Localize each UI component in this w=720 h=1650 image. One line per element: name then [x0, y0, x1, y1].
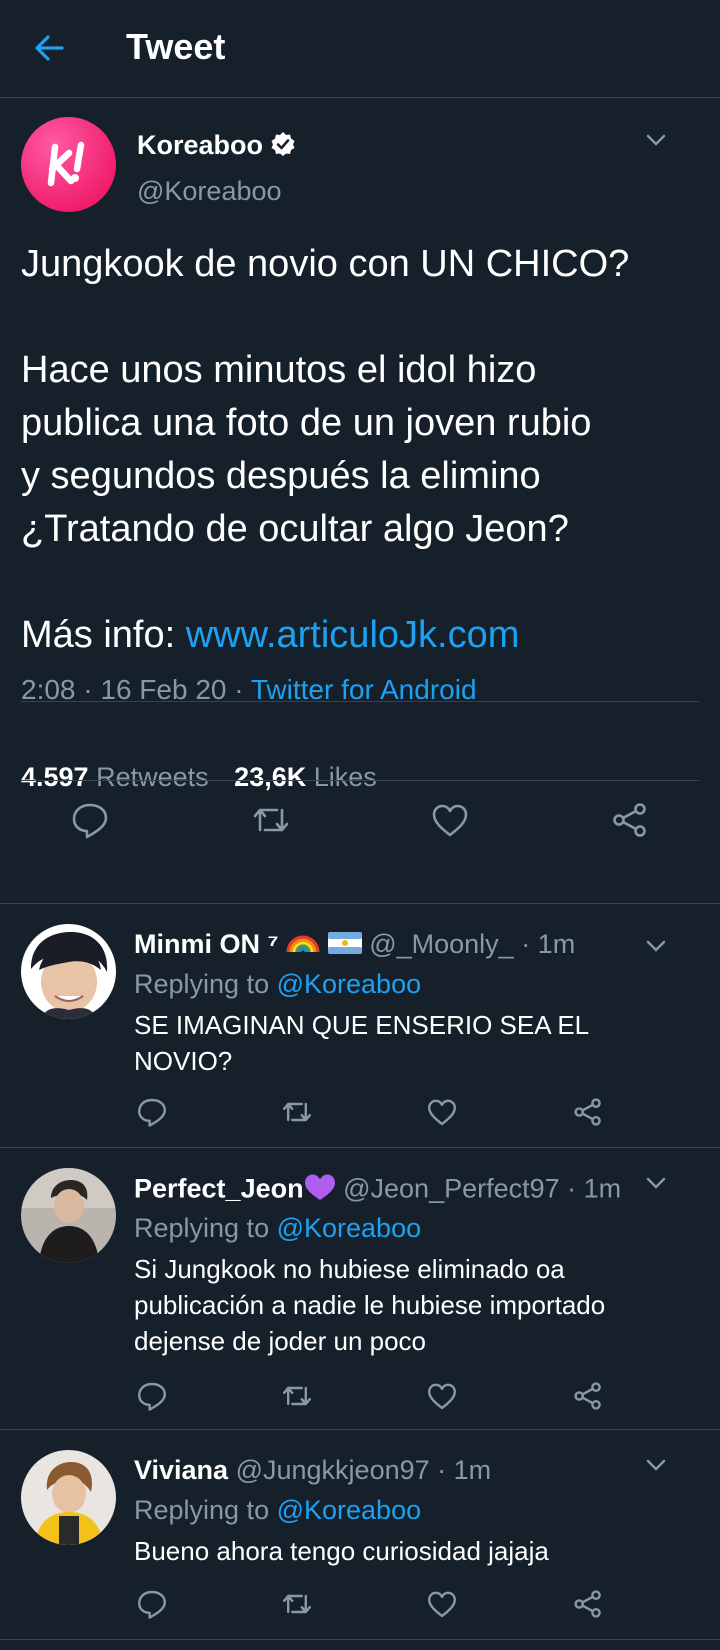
reply-text-line: Bueno ahora tengo curiosidad jajaja [134, 1536, 549, 1566]
reply-text-line: Si Jungkook no hubiese eliminado oa [134, 1254, 565, 1284]
reply-icon[interactable] [136, 1096, 168, 1128]
page-title: Tweet [126, 26, 226, 67]
reply-time: · 1m [437, 1455, 492, 1485]
like-icon[interactable] [430, 800, 470, 840]
reply-text-line: dejense de joder un poco [134, 1326, 427, 1356]
share-icon[interactable] [572, 1380, 604, 1412]
chevron-down-icon[interactable] [645, 133, 667, 147]
chevron-down-icon[interactable] [645, 1176, 667, 1190]
reply-tweet[interactable]: Perfect_Jeon @Jeon_Perfect97 · 1m Replyi… [0, 1148, 720, 1430]
reply-icon[interactable] [70, 800, 110, 840]
reply-icon[interactable] [136, 1588, 168, 1620]
avatar[interactable] [21, 1450, 116, 1545]
likes-stat[interactable]: 23,6K Likes [234, 762, 377, 792]
tweet-text-line: publica una foto de un joven rubio [21, 402, 592, 444]
replying-to: Replying to @Koreaboo [134, 1213, 421, 1244]
tweet-text-line: Jungkook de novio con UN CHICO? [21, 243, 630, 285]
argentina-flag-icon [327, 930, 362, 961]
share-icon[interactable] [572, 1096, 604, 1128]
koreaboo-logo-icon [47, 141, 85, 187]
reply-author-handle[interactable]: @Jeon_Perfect97 [343, 1174, 560, 1204]
mention-link[interactable]: @Koreaboo [277, 969, 422, 999]
divider [21, 780, 699, 781]
reply-author-name[interactable]: Minmi ON ⁷ [134, 929, 279, 959]
replying-label: Replying to [134, 969, 277, 999]
article-link[interactable]: www.articuloJk.com [186, 614, 520, 656]
author-name[interactable]: Koreaboo [137, 130, 263, 161]
retweets-count: 4.597 [21, 762, 89, 792]
retweet-icon[interactable] [281, 1380, 313, 1412]
main-tweet: Koreaboo @Koreaboo Jungkook de novio con… [0, 98, 720, 904]
back-arrow-icon[interactable] [32, 30, 68, 66]
avatar-photo [21, 924, 116, 1019]
like-icon[interactable] [426, 1588, 458, 1620]
replying-to: Replying to @Koreaboo [134, 969, 421, 1000]
replying-label: Replying to [134, 1495, 277, 1525]
reply-time: · 1m [567, 1173, 622, 1204]
reply-text: Si Jungkook no hubiese eliminado oa publ… [134, 1251, 694, 1359]
chevron-down-icon[interactable] [645, 939, 667, 953]
likes-count: 23,6K [234, 762, 307, 792]
retweet-icon[interactable] [281, 1588, 313, 1620]
share-icon[interactable] [572, 1588, 604, 1620]
rainbow-emoji-icon [286, 930, 320, 961]
retweet-icon[interactable] [281, 1096, 313, 1128]
avatar-photo [21, 1168, 116, 1263]
avatar[interactable] [21, 117, 116, 212]
replying-label: Replying to [134, 1213, 277, 1243]
likes-label: Likes [313, 762, 377, 792]
reply-header: Perfect_Jeon @Jeon_Perfect97 · 1m [134, 1173, 621, 1208]
reply-time: · 1m [521, 929, 576, 959]
divider [21, 701, 699, 702]
retweets-stat[interactable]: 4.597 Retweets [21, 762, 209, 792]
share-icon[interactable] [610, 800, 650, 840]
tweet-text-line: y segundos después la elimino [21, 455, 541, 497]
reply-text-line: SE IMAGINAN QUE ENSERIO SEA EL [134, 1010, 590, 1040]
reply-author-name[interactable]: Viviana [134, 1455, 228, 1485]
chevron-down-icon[interactable] [645, 1458, 667, 1472]
reply-header: Minmi ON ⁷ @_Moonly_ · 1m [134, 929, 575, 961]
reply-tweet[interactable]: Minmi ON ⁷ @_Moonly_ · 1m Replying to @K… [0, 904, 720, 1148]
tweet-stats: 4.597 Retweets 23,6K Likes [21, 762, 395, 793]
reply-tweet[interactable]: Viviana @Jungkkjeon97 · 1m Replying to @… [0, 1430, 720, 1640]
reply-text-line: publicación a nadie le hubiese importado [134, 1290, 606, 1320]
reply-author-handle[interactable]: @_Moonly_ [369, 929, 513, 959]
verified-badge-icon [271, 132, 295, 156]
top-bar: Tweet [0, 0, 720, 98]
reply-icon[interactable] [136, 1380, 168, 1412]
like-icon[interactable] [426, 1380, 458, 1412]
tweet-text-line: Hace unos minutos el idol hizo [21, 349, 537, 391]
mention-link[interactable]: @Koreaboo [277, 1213, 422, 1243]
tweet-text-line: ¿Tratando de ocultar algo Jeon? [21, 508, 569, 550]
retweet-icon[interactable] [251, 800, 291, 840]
mention-link[interactable]: @Koreaboo [277, 1495, 422, 1525]
avatar[interactable] [21, 1168, 116, 1263]
reply-text-line: NOVIO? [134, 1046, 233, 1076]
like-icon[interactable] [426, 1096, 458, 1128]
purple-heart-icon [304, 1173, 336, 1208]
tweet-text: Jungkook de novio con UN CHICO? Hace uno… [21, 238, 711, 662]
retweets-label: Retweets [96, 762, 209, 792]
author-handle[interactable]: @Koreaboo [137, 176, 282, 207]
reply-text: Bueno ahora tengo curiosidad jajaja [134, 1533, 694, 1569]
reply-text: SE IMAGINAN QUE ENSERIO SEA EL NOVIO? [134, 1007, 694, 1079]
avatar-photo [21, 1450, 116, 1545]
more-info-line: Más info: www.articuloJk.com [21, 609, 711, 662]
avatar[interactable] [21, 924, 116, 1019]
more-info-label: Más info: [21, 614, 186, 656]
reply-author-handle[interactable]: @Jungkkjeon97 [236, 1455, 430, 1485]
replying-to: Replying to @Koreaboo [134, 1495, 421, 1526]
reply-header: Viviana @Jungkkjeon97 · 1m [134, 1455, 491, 1486]
reply-author-name[interactable]: Perfect_Jeon [134, 1174, 304, 1204]
